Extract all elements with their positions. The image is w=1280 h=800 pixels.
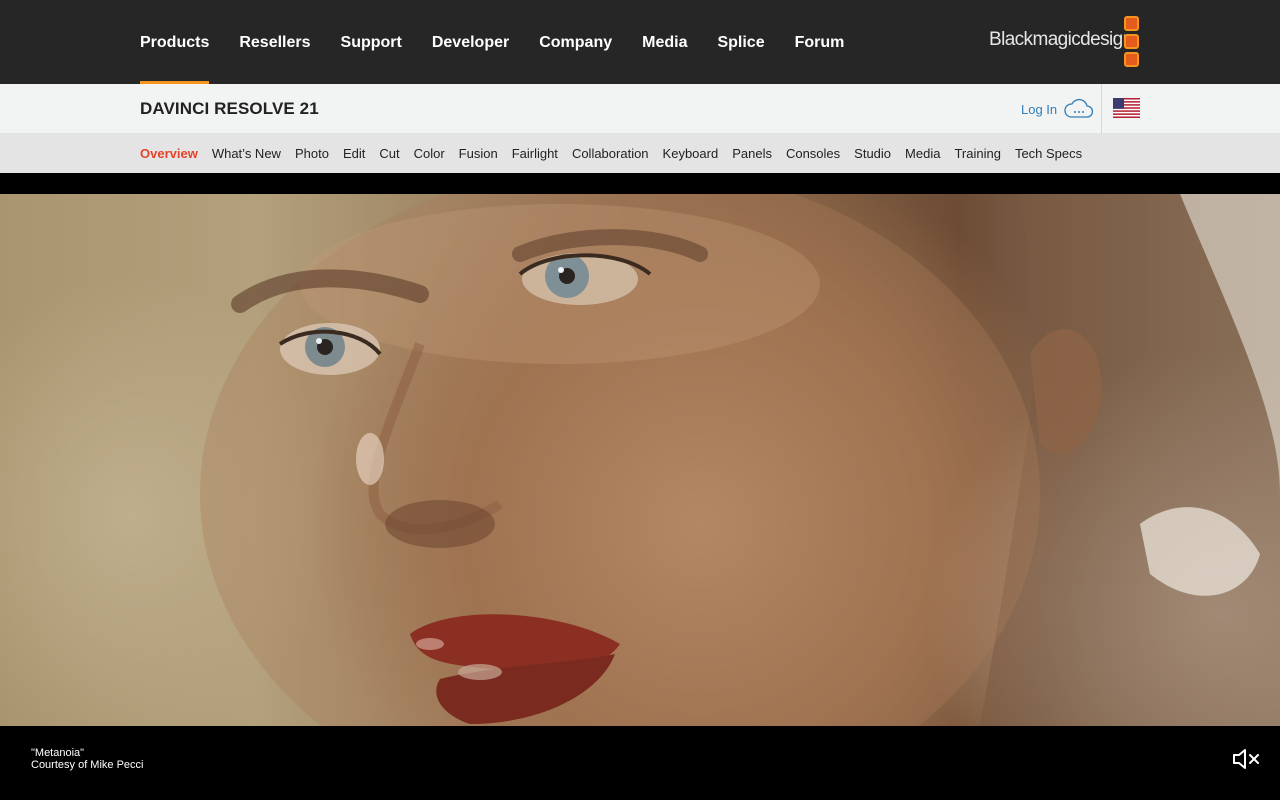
caption-title: "Metanoia" xyxy=(31,747,85,759)
subnav-studio[interactable]: Studio xyxy=(854,146,891,161)
us-flag-icon[interactable] xyxy=(1113,98,1140,118)
nav-resellers[interactable]: Resellers xyxy=(239,0,310,84)
speaker-muted-icon[interactable] xyxy=(1231,747,1261,771)
subnav-overview[interactable]: Overview xyxy=(140,146,198,161)
subnav-whats-new[interactable]: What’s New xyxy=(212,146,281,161)
subnav-consoles[interactable]: Consoles xyxy=(786,146,840,161)
caption-credit: Courtesy of Mike Pecci xyxy=(31,758,144,771)
subnav-list: Overview What’s New Photo Edit Cut Color… xyxy=(140,134,1096,173)
subnav-edit[interactable]: Edit xyxy=(343,146,365,161)
hero-video-frame xyxy=(0,194,1280,726)
nav-forum[interactable]: Forum xyxy=(795,0,845,84)
nav-products[interactable]: Products xyxy=(140,0,210,84)
login-label: Log In xyxy=(1021,101,1058,117)
logo-square-icon xyxy=(1124,16,1139,31)
subnav-color[interactable]: Color xyxy=(414,146,445,161)
nav-company[interactable]: Company xyxy=(539,0,612,84)
subnav-tech-specs[interactable]: Tech Specs xyxy=(1015,146,1082,161)
subnav-keyboard[interactable]: Keyboard xyxy=(663,146,719,161)
blackmagic-logo[interactable]: Blackmagicdesign xyxy=(989,16,1141,68)
portrait-illustration xyxy=(200,194,1280,726)
logo-square-icon xyxy=(1124,34,1139,49)
product-header-bar: DAVINCI RESOLVE 21 Log In xyxy=(0,84,1280,134)
main-nav: Products Resellers Support Developer Com… xyxy=(140,0,874,84)
subnav-cut[interactable]: Cut xyxy=(379,146,399,161)
subnav-photo[interactable]: Photo xyxy=(295,146,329,161)
subnav-media[interactable]: Media xyxy=(905,146,940,161)
nav-developer[interactable]: Developer xyxy=(432,0,509,84)
product-title[interactable]: DAVINCI RESOLVE 21 xyxy=(140,84,319,134)
top-navigation-bar: Products Resellers Support Developer Com… xyxy=(0,0,1280,84)
nav-media[interactable]: Media xyxy=(642,0,687,84)
subnav-panels[interactable]: Panels xyxy=(732,146,772,161)
subnav-training[interactable]: Training xyxy=(954,146,1000,161)
subnav-collaboration[interactable]: Collaboration xyxy=(572,146,649,161)
nav-splice[interactable]: Splice xyxy=(717,0,764,84)
login-link[interactable]: Log In xyxy=(1021,84,1094,134)
logo-square-icon xyxy=(1124,52,1139,67)
subnav-fusion[interactable]: Fusion xyxy=(459,146,498,161)
subnav-fairlight[interactable]: Fairlight xyxy=(512,146,558,161)
product-subnav: Overview What’s New Photo Edit Cut Color… xyxy=(0,134,1280,173)
video-caption: "Metanoia" Courtesy of Mike Pecci xyxy=(31,747,144,771)
logo-wordmark: Blackmagicdesign xyxy=(989,29,1133,50)
divider xyxy=(1101,84,1102,134)
cloud-icon xyxy=(1064,98,1094,118)
nav-support[interactable]: Support xyxy=(341,0,402,84)
hero-video[interactable]: "Metanoia" Courtesy of Mike Pecci xyxy=(0,173,1280,800)
